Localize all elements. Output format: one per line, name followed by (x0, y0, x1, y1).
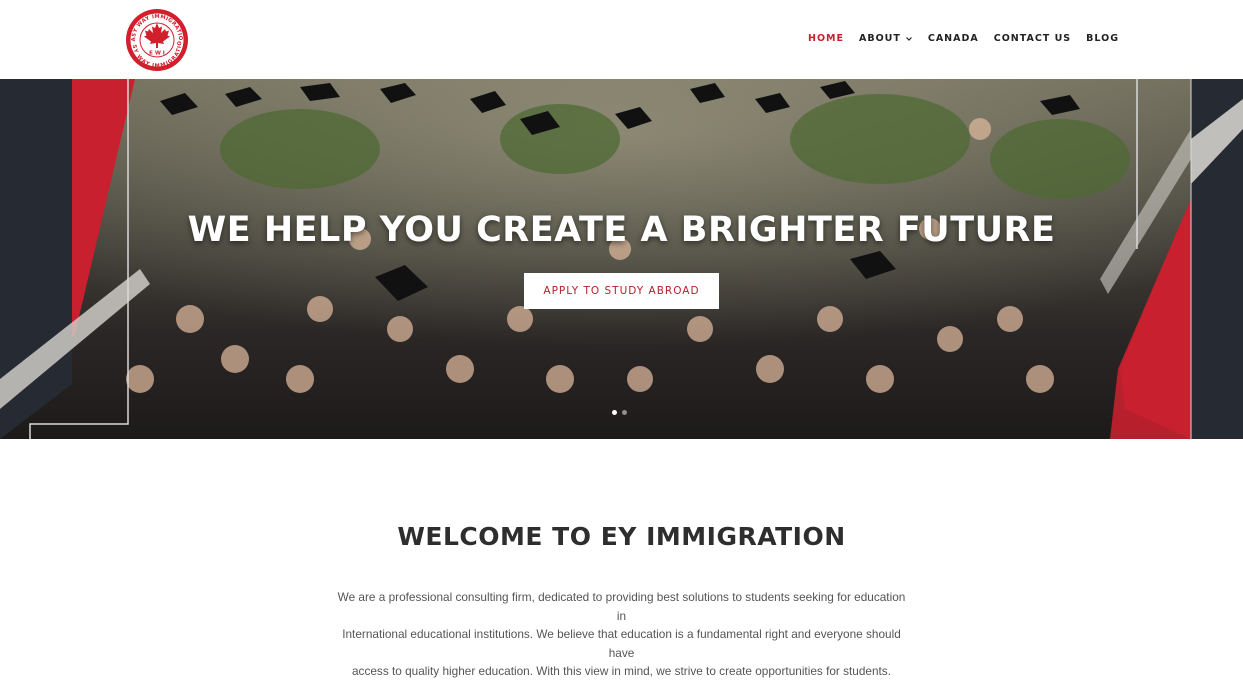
chevron-down-icon (905, 36, 912, 41)
nav-about-label: ABOUT (858, 33, 901, 44)
welcome-paragraph: We are a professional consulting firm, d… (336, 588, 907, 681)
welcome-title: WELCOME TO EY IMMIGRATION (397, 522, 846, 551)
nav-home[interactable]: HOME (808, 33, 844, 44)
welcome-line-2: International educational institutions. … (342, 627, 901, 660)
hero-title: WE HELP YOU CREATE A BRIGHTER FUTURE (187, 210, 1056, 250)
slider-dot-2[interactable] (622, 410, 627, 415)
nav-contact-us[interactable]: CONTACT US (994, 33, 1071, 44)
logo[interactable]: EASY WAY IMMIGRATION EASY WAY IMMIGRATIO… (123, 4, 189, 72)
welcome-line-3: access to quality higher education. With… (352, 664, 891, 678)
logo-badge-icon: EASY WAY IMMIGRATION EASY WAY IMMIGRATIO… (123, 4, 188, 71)
nav-canada[interactable]: CANADA (928, 33, 979, 44)
nav-canada-label: CANADA (927, 33, 979, 44)
nav-home-label: HOME (808, 33, 844, 44)
nav-blog[interactable]: BLOG (1086, 33, 1119, 44)
nav-contact-label: CONTACT US (993, 33, 1072, 44)
nav-about[interactable]: ABOUT (859, 33, 913, 44)
slider-dot-1[interactable] (612, 410, 617, 415)
hero-slider: WE HELP YOU CREATE A BRIGHTER FUTURE APP… (0, 79, 1243, 439)
welcome-line-1: We are a professional consulting firm, d… (337, 590, 906, 623)
apply-study-abroad-button[interactable]: APPLY TO STUDY ABROAD (524, 273, 719, 309)
site-header: EASY WAY IMMIGRATION EASY WAY IMMIGRATIO… (0, 0, 1243, 79)
nav-blog-label: BLOG (1086, 33, 1119, 44)
main-nav: HOME ABOUT CANADA CONTACT US BLOG (808, 33, 1119, 44)
slider-pagination (612, 410, 627, 415)
hero-background-image (0, 79, 1243, 439)
logo-center-text: E W I (149, 51, 165, 57)
